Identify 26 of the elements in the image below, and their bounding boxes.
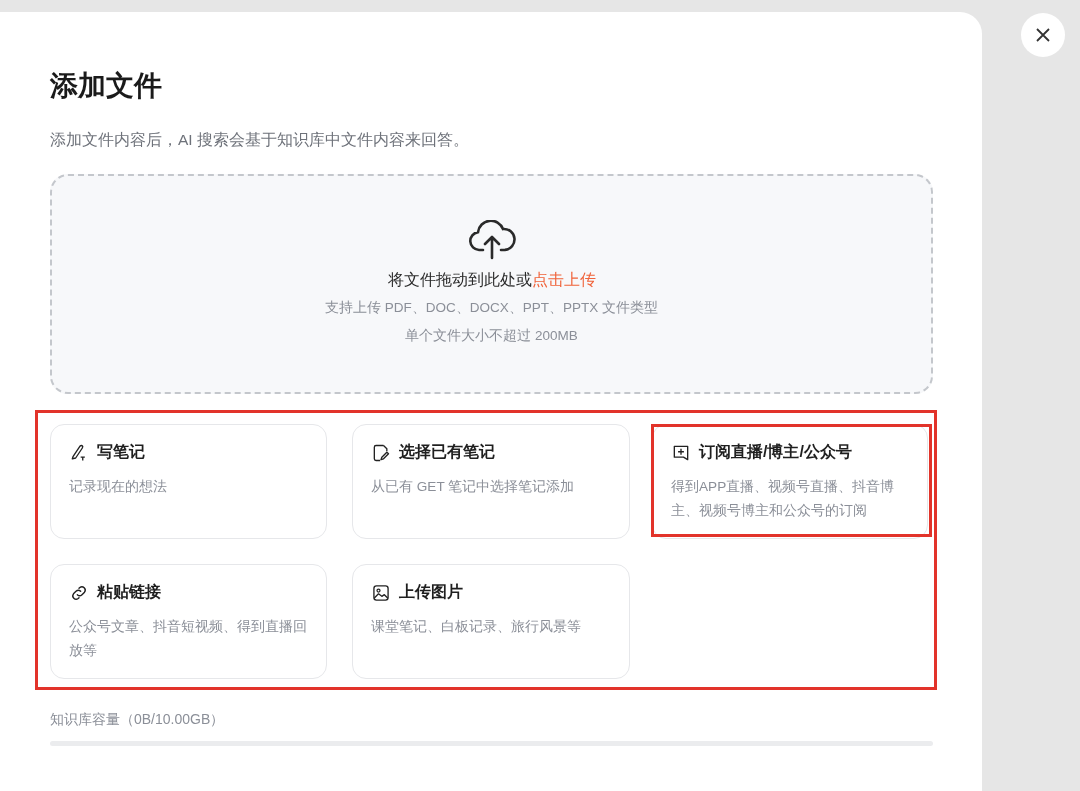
option-description: 课堂笔记、白板记录、旅行风景等 [371, 618, 582, 636]
note-edit-icon [371, 442, 391, 463]
close-icon [1035, 27, 1051, 43]
option-title: 写笔记 [97, 442, 145, 462]
close-button[interactable] [1021, 13, 1065, 57]
option-description: 公众号文章、抖音短视频、得到直播回放等 [69, 618, 308, 660]
option-description: 从已有 GET 笔记中选择笔记添加 [371, 478, 576, 496]
upload-prompt: 将文件拖动到此处或点击上传 [387, 270, 596, 290]
option-card[interactable]: 订阅直播/博主/公众号 得到APP直播、视频号直播、抖音博主、视频号博主和公众号的订阅 [652, 424, 928, 539]
capacity-label: 知识库容量（0B/10.00GB） [50, 711, 226, 729]
option-title: 上传图片 [399, 582, 463, 602]
option-card[interactable]: 上传图片 课堂笔记、白板记录、旅行风景等 [352, 564, 630, 679]
upload-dropzone[interactable]: 将文件拖动到此处或点击上传 支持上传 PDF、DOC、DOCX、PPT、PPTX 文件类型 单个文件大小不超过 200MB [50, 174, 933, 394]
dialog-title: 添加文件 [50, 69, 163, 103]
option-card[interactable]: 写笔记 记录现在的想法 [50, 424, 327, 539]
option-card[interactable]: 选择已有笔记 从已有 GET 笔记中选择笔记添加 [352, 424, 630, 539]
image-icon [371, 582, 391, 603]
supported-formats: 支持上传 PDF、DOC、DOCX、PPT、PPTX 文件类型 [325, 299, 658, 317]
dialog-subtitle: 添加文件内容后，AI 搜索会基于知识库中文件内容来回答。 [50, 130, 470, 150]
option-card[interactable]: 粘贴链接 公众号文章、抖音短视频、得到直播回放等 [50, 564, 327, 679]
option-title: 粘贴链接 [97, 582, 161, 602]
option-description: 记录现在的想法 [69, 478, 168, 496]
file-size-limit: 单个文件大小不超过 200MB [405, 327, 578, 345]
option-title: 订阅直播/博主/公众号 [699, 442, 852, 462]
option-title: 选择已有笔记 [399, 442, 495, 462]
option-description: 得到APP直播、视频号直播、抖音博主、视频号博主和公众号的订阅 [671, 478, 896, 520]
